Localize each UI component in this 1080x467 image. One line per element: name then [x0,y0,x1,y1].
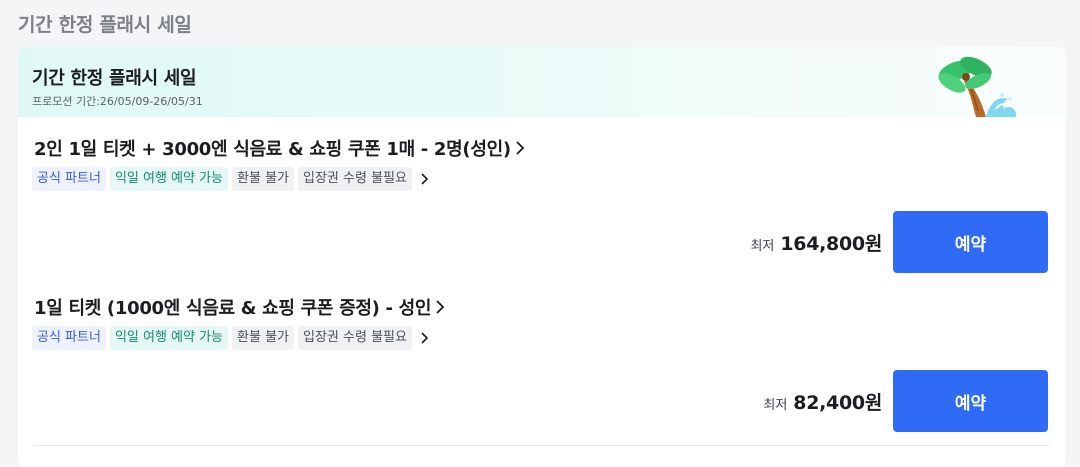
product-item: 1일 티켓 (1000엔 식음료 & 쇼핑 쿠폰 증정) - 성인 공식 파트너… [18,276,1066,436]
reserve-button[interactable]: 예약 [893,211,1048,273]
divider [34,445,1050,446]
palm-tree-wave-icon [938,56,1016,117]
tag-non-refundable: 환불 불가 [232,167,294,191]
tags-more-chevron-icon[interactable] [420,331,430,345]
tag-row: 공식 파트너 익일 여행 예약 가능 환불 불가 입장권 수령 불필요 [32,326,430,350]
product-name-link[interactable]: 1일 티켓 (1000엔 식음료 & 쇼핑 쿠폰 증정) - 성인 [34,294,445,320]
price-area: 최저 82,400원 [763,388,882,415]
tag-next-day-booking: 익일 여행 예약 가능 [109,167,229,191]
chevron-right-icon [435,299,445,315]
promo-title: 기간 한정 플래시 세일 [32,68,197,89]
tag-no-ticket-pickup: 입장권 수령 불필요 [298,326,412,350]
tags-more-chevron-icon[interactable] [420,172,430,186]
tag-row: 공식 파트너 익일 여행 예약 가능 환불 불가 입장권 수령 불필요 [32,167,430,191]
promo-period: 프로모션 기간:26/05/09-26/05/31 [32,95,203,108]
chevron-right-icon [515,140,525,156]
tag-next-day-booking: 익일 여행 예약 가능 [109,326,229,350]
product-item: 2인 1일 티켓 + 3000엔 식음료 & 쇼핑 쿠폰 1매 - 2명(성인)… [18,117,1066,277]
tag-non-refundable: 환불 불가 [232,326,294,350]
product-name: 2인 1일 티켓 + 3000엔 식음료 & 쇼핑 쿠폰 1매 - 2명(성인) [34,139,511,160]
section-title: 기간 한정 플래시 세일 [18,14,192,36]
flash-sale-card: 기간 한정 플래시 세일 프로모션 기간:26/05/09-26/05/31 2… [18,47,1066,467]
tag-no-ticket-pickup: 입장권 수령 불필요 [298,167,412,191]
tag-official-partner: 공식 파트너 [32,167,106,191]
price-prefix: 최저 [750,239,775,254]
promo-header: 기간 한정 플래시 세일 프로모션 기간:26/05/09-26/05/31 [18,47,1066,117]
product-name-link[interactable]: 2인 1일 티켓 + 3000엔 식음료 & 쇼핑 쿠폰 1매 - 2명(성인) [34,135,525,161]
price-value: 82,400원 [793,392,882,414]
tag-official-partner: 공식 파트너 [32,326,106,350]
product-name: 1일 티켓 (1000엔 식음료 & 쇼핑 쿠폰 증정) - 성인 [34,298,432,319]
reserve-button[interactable]: 예약 [893,370,1048,432]
price-value: 164,800원 [780,233,882,255]
price-area: 최저 164,800원 [750,229,882,256]
price-prefix: 최저 [763,398,788,413]
